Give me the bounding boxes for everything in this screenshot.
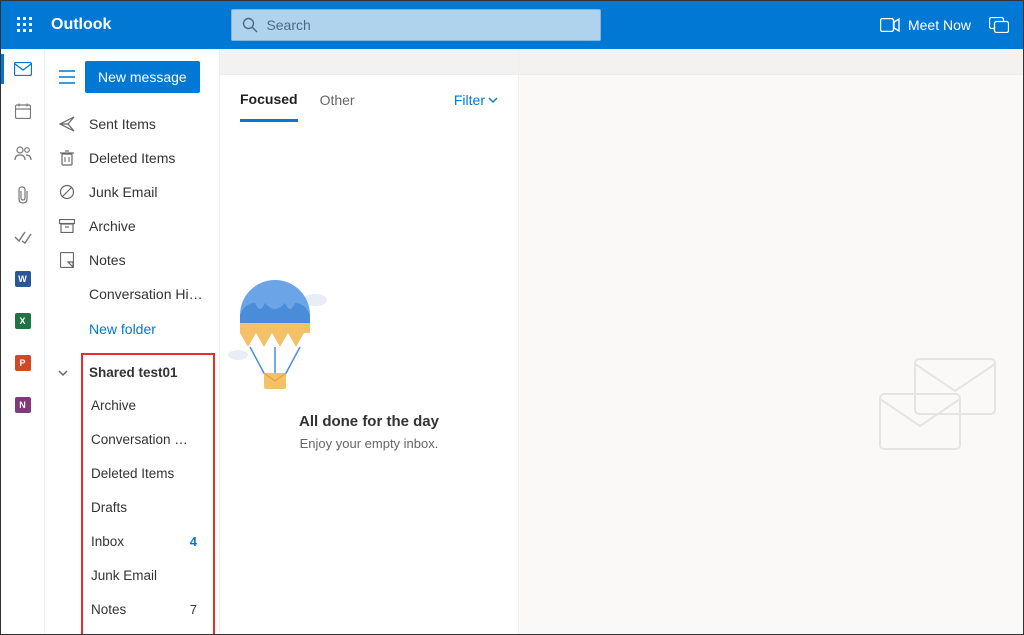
folder-item[interactable]: Junk Email — [45, 175, 219, 209]
shared-folder-item[interactable]: Inbox4 — [83, 524, 213, 558]
filter-label: Filter — [454, 92, 485, 108]
shared-mailbox-header[interactable]: Shared test01 — [83, 361, 213, 388]
empty-subtitle: Enjoy your empty inbox. — [220, 436, 518, 451]
chevron-down-icon — [488, 95, 498, 105]
inbox-tabs: Focused Other Filter — [220, 75, 518, 125]
calendar-icon — [15, 103, 31, 119]
unread-count: 7 — [190, 602, 197, 617]
shared-folder-label: Conversation Hist... — [91, 432, 197, 447]
rail-attach[interactable] — [7, 183, 39, 207]
folder-label: Conversation Hist... — [89, 286, 209, 302]
folder-label: Sent Items — [89, 116, 209, 132]
shared-folder-item[interactable]: Conversation Hist... — [83, 422, 213, 456]
shared-folder-label: Deleted Items — [91, 466, 197, 481]
shared-folder-item[interactable]: Drafts — [83, 490, 213, 524]
folder-label: Notes — [89, 252, 209, 268]
rail-excel[interactable]: X — [7, 309, 39, 333]
balloon-illustration — [220, 275, 330, 395]
chevron-down-icon — [57, 367, 69, 379]
shared-folder-item[interactable]: Notes7 — [83, 592, 213, 626]
shared-folder-item[interactable]: Junk Email — [83, 558, 213, 592]
mail-icon — [14, 62, 32, 76]
tab-focused[interactable]: Focused — [240, 79, 298, 122]
shared-folder-label: Notes — [91, 602, 190, 617]
meet-now-label: Meet Now — [908, 17, 971, 33]
folder-pane: New message Sent Items Deleted Items Junk … — [45, 49, 220, 634]
hamburger-icon[interactable] — [59, 70, 75, 84]
trash-icon — [59, 150, 75, 166]
new-folder-link[interactable]: New folder — [45, 311, 219, 347]
app-name: Outlook — [51, 16, 111, 34]
shared-folder-item[interactable]: Archive — [83, 388, 213, 422]
reading-pane — [519, 49, 1023, 634]
note-icon — [59, 252, 75, 268]
command-bar-right — [519, 49, 1023, 75]
shared-folder-label: Junk Email — [91, 568, 197, 583]
folder-label: Deleted Items — [89, 150, 209, 166]
folder-label: Junk Email — [89, 184, 209, 200]
app-header: Outlook Meet Now — [1, 1, 1023, 49]
folder-list: Sent Items Deleted Items Junk Email Archive… — [45, 107, 219, 311]
search-icon — [242, 17, 258, 33]
send-icon — [59, 116, 75, 132]
chat-icon[interactable] — [989, 17, 1009, 33]
empty-title: All done for the day — [220, 413, 518, 430]
block-icon — [59, 184, 75, 200]
people-icon — [14, 145, 32, 161]
folder-item[interactable]: Archive — [45, 209, 219, 243]
shared-folder-label: Drafts — [91, 500, 197, 515]
shared-folder-item[interactable]: Deleted Items — [83, 456, 213, 490]
tab-other[interactable]: Other — [320, 80, 355, 120]
empty-inbox-state: All done for the day Enjoy your empty in… — [220, 125, 518, 451]
app-rail: W X P N — [1, 49, 45, 634]
filter-button[interactable]: Filter — [454, 92, 498, 108]
rail-people[interactable] — [7, 141, 39, 165]
command-bar — [220, 49, 518, 75]
unread-count: 4 — [190, 534, 197, 549]
message-list-pane: Focused Other Filter All do — [220, 49, 519, 634]
folder-label: Archive — [89, 218, 209, 234]
search-box[interactable] — [231, 9, 601, 41]
rail-powerpoint[interactable]: P — [7, 351, 39, 375]
rail-todo[interactable] — [7, 225, 39, 249]
check-icon — [14, 230, 32, 244]
archive-icon — [59, 219, 75, 233]
shared-folder-item[interactable]: Sent Items — [83, 626, 213, 634]
shared-folder-label: Archive — [91, 398, 197, 413]
video-icon — [880, 18, 900, 32]
search-input[interactable] — [266, 17, 590, 33]
attachment-icon — [16, 186, 30, 204]
folder-item[interactable]: Notes — [45, 243, 219, 277]
folder-item[interactable]: Deleted Items — [45, 141, 219, 175]
rail-word[interactable]: W — [7, 267, 39, 291]
rail-mail[interactable] — [7, 57, 39, 81]
app-launcher-icon[interactable] — [9, 9, 41, 41]
folder-item[interactable]: Sent Items — [45, 107, 219, 141]
shared-mailbox-title: Shared test01 — [89, 365, 178, 380]
rail-onenote[interactable]: N — [7, 393, 39, 417]
new-message-button[interactable]: New message — [85, 61, 200, 93]
rail-calendar[interactable] — [7, 99, 39, 123]
shared-mailbox-group: Shared test01 Archive Conversation Hist..… — [81, 353, 215, 634]
shared-folder-label: Inbox — [91, 534, 190, 549]
meet-now-button[interactable]: Meet Now — [880, 17, 971, 33]
folder-item[interactable]: Conversation Hist... — [45, 277, 219, 311]
envelope-watermark — [875, 349, 1005, 459]
